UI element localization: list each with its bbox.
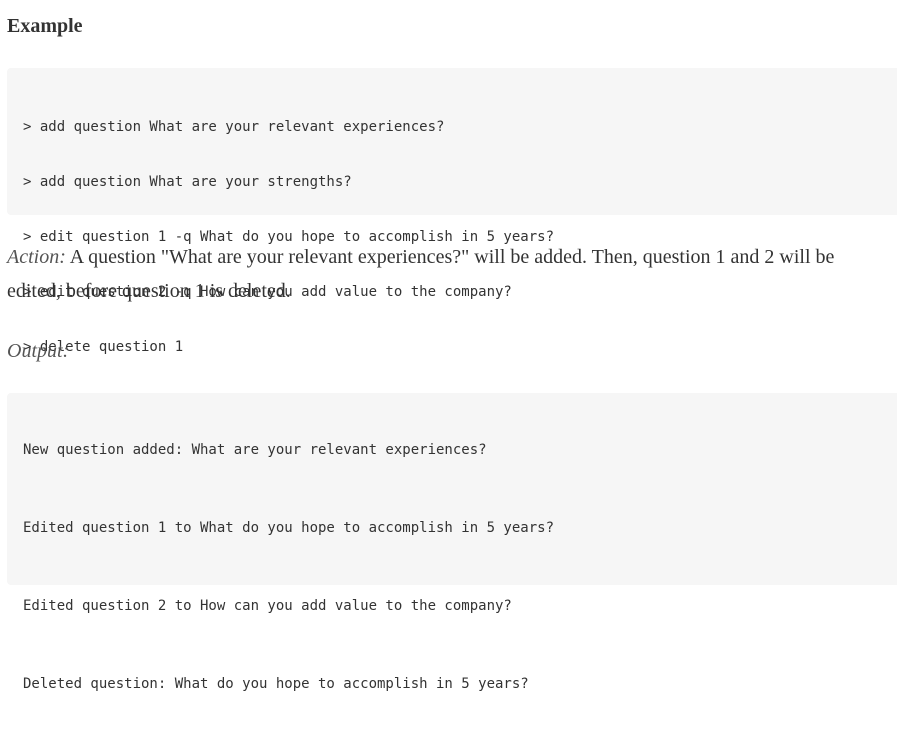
command-code-block: > add question What are your relevant ex… — [7, 68, 897, 355]
output-label: Output: — [7, 340, 70, 362]
command-line: > add question What are your relevant ex… — [23, 119, 445, 135]
action-description: Action: A question "What are your releva… — [7, 240, 887, 308]
action-text: A question "What are your relevant exper… — [7, 246, 835, 302]
output-line: Edited question 1 to What do you hope to… — [23, 520, 555, 536]
command-line: > delete question 1 — [23, 339, 184, 355]
output-line: Deleted question: What do you hope to ac… — [23, 676, 529, 692]
section-heading: Example — [7, 15, 83, 37]
command-line: > add question What are your strengths? — [23, 174, 352, 190]
output-line: New question added: What are your releva… — [23, 442, 487, 458]
output-code-block: New question added: What are your releva… — [7, 393, 897, 692]
action-label: Action: — [7, 246, 66, 268]
